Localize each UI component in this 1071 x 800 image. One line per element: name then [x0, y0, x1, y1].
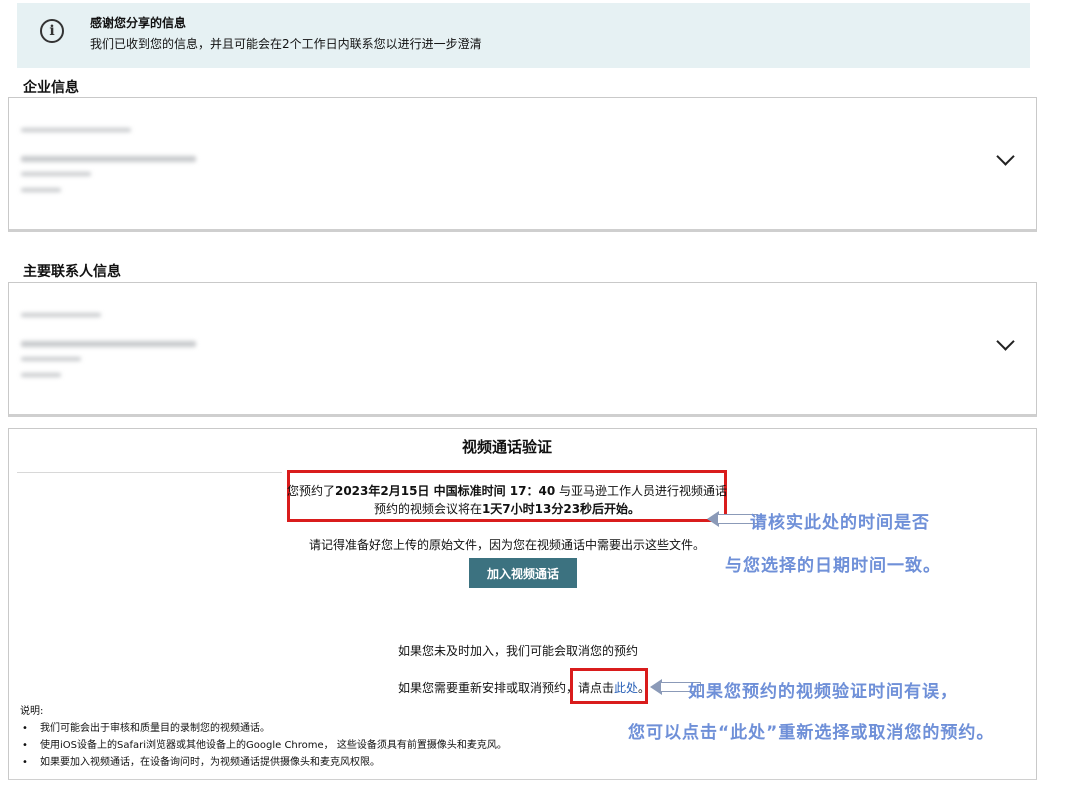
company-info-card[interactable]: [8, 97, 1037, 232]
redacted-text: [21, 341, 196, 347]
contact-info-card[interactable]: [8, 282, 1037, 417]
divider: [17, 472, 282, 473]
contact-info-heading: 主要联系人信息: [23, 264, 121, 280]
reschedule-annotation-2: 您可以点击“此处”重新选择或取消您的预约。: [628, 723, 995, 743]
banner-message: 我们已收到您的信息，并且可能会在2个工作日内联系您以进行进一步澄清: [90, 37, 482, 51]
redacted-text: [21, 128, 131, 132]
cancel-notice: 如果您未及时加入，我们可能会取消您的预约: [398, 644, 639, 658]
appointment-time-text: 您预约了2023年2月15日 中国标准时间 17：40 与亚马逊工作人员进行视频…: [286, 484, 728, 498]
video-verification-title: 视频通话验证: [461, 438, 552, 456]
note-item: 如果要加入视频通话，在设备询问时，为视频通话提供摄像头和麦克风权限。: [22, 754, 507, 771]
redacted-text: [21, 313, 101, 317]
redacted-text: [21, 188, 61, 192]
redacted-text: [21, 156, 196, 162]
note-item: 使用iOS设备上的Safari浏览器或其他设备上的Google Chrome， …: [22, 737, 507, 754]
company-info-heading: 企业信息: [23, 80, 79, 96]
reschedule-highlight-box: [570, 668, 648, 704]
redacted-text: [21, 172, 91, 176]
chevron-down-icon[interactable]: [996, 332, 1015, 351]
time-check-annotation-2: 与您选择的日期时间一致。: [725, 556, 941, 576]
time-check-annotation: 请核实此处的时间是否: [750, 513, 930, 533]
banner-title: 感谢您分享的信息: [90, 16, 187, 30]
reschedule-annotation: 如果您预约的视频验证时间有误，: [688, 682, 958, 702]
notes-heading: 说明:: [20, 706, 44, 717]
notes-section: 说明: 我们可能会出于审核和质量目的录制您的视频通话。 使用iOS设备上的Saf…: [20, 703, 507, 771]
info-icon: i: [40, 19, 64, 43]
redacted-text: [21, 373, 61, 377]
redacted-text: [21, 357, 81, 361]
note-item: 我们可能会出于审核和质量目的录制您的视频通话。: [22, 720, 507, 737]
chevron-down-icon[interactable]: [996, 147, 1015, 166]
join-video-call-button[interactable]: 加入视频通话: [469, 558, 577, 588]
